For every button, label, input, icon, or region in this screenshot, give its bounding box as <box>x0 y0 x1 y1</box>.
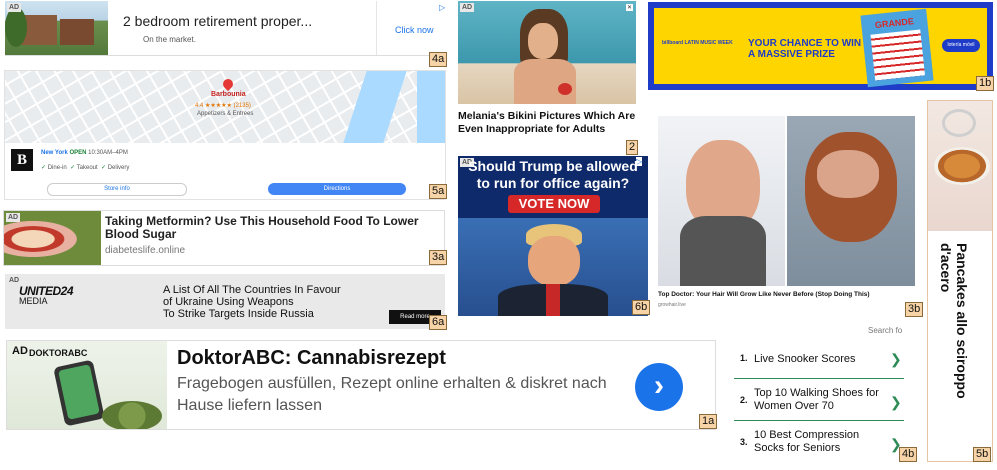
rating: 4.4 ★★★★★ (2135) <box>195 103 251 109</box>
hours: 10:30AM–4PM <box>88 150 128 156</box>
chevron-right-icon: › <box>654 369 664 402</box>
ad-line-3: To Strike Targets Inside Russia <box>163 308 314 320</box>
feature-dine-in: Dine-in <box>47 165 67 171</box>
item-text: Live Snooker Scores <box>754 353 856 365</box>
ad-4a[interactable]: AD 2 bedroom retirement proper... On the… <box>5 1 446 56</box>
logo-letter: B <box>16 152 27 168</box>
ad-line-1: A List Of All The Countries In Favour <box>163 284 341 296</box>
ad-domain: growhair.live <box>658 302 686 308</box>
ad-6a[interactable]: AD UNITED24 MEDIA A List Of All The Coun… <box>5 274 445 329</box>
item-number: 3. <box>740 437 748 447</box>
ticket-label: GRANDE <box>874 16 915 31</box>
label-3a: 3a <box>429 250 448 265</box>
label-4b: 4b <box>899 447 918 462</box>
label-5a: 5a <box>429 184 448 199</box>
ad-2[interactable]: AD ✕ Melania's Bikini Pictures Which Are… <box>458 1 636 146</box>
features: ✓ Dine-in ✓ Takeout ✓ Delivery <box>41 165 130 171</box>
before-photo <box>658 116 785 286</box>
adchoices-icon[interactable]: ▷ <box>439 3 445 12</box>
ticket-image: GRANDE <box>860 8 934 88</box>
label-6a: 6a <box>429 315 448 330</box>
place-name: Barbounia <box>211 91 246 98</box>
ad-title[interactable]: DoktorABC: Cannabisrezept <box>177 347 446 370</box>
item-number: 1. <box>740 353 748 363</box>
pancake-image <box>928 101 992 231</box>
ad-line-2: of Ukraine Using Weapons <box>163 296 294 308</box>
chevron-right-icon: ❯ <box>890 351 902 367</box>
city: New York <box>41 150 68 156</box>
ad-badge: AD <box>6 213 21 222</box>
photo-image <box>458 1 636 104</box>
ad-title[interactable]: 2 bedroom retirement proper... <box>123 13 312 29</box>
store-info-button[interactable]: Store info <box>47 183 187 196</box>
question-line-2: to run for office again? <box>476 175 630 191</box>
ad-5b[interactable]: Pancakes allo sciroppo d'acero <box>927 100 993 462</box>
sponsor-logo: lotería móvil <box>942 39 980 52</box>
logo: B <box>11 149 33 171</box>
label-6b: 6b <box>632 300 651 315</box>
chevron-right-icon: ❯ <box>890 394 902 410</box>
ad-5a[interactable]: Barbounia 4.4 ★★★★★ (2135) Appetizers & … <box>4 70 446 200</box>
label-4a: 4a <box>429 52 448 67</box>
ad-1b[interactable]: billboard LATIN MUSIC WEEK YOUR CHANCE T… <box>648 2 993 90</box>
list-item[interactable]: 3. 10 Best Compression Socks for Seniors… <box>734 422 904 462</box>
open-status: New York OPEN 10:30AM–4PM <box>41 150 128 156</box>
label-5b: 5b <box>973 447 992 462</box>
ad-3b[interactable]: Top Doctor: Your Hair Will Grow Like Nev… <box>656 114 917 310</box>
list-item[interactable]: 1. Live Snooker Scores ❯ <box>734 340 904 379</box>
close-icon[interactable]: ✕ <box>626 4 634 11</box>
feature-takeout: Takeout <box>76 165 98 171</box>
question-line-1: Should Trump be allowed <box>468 158 638 174</box>
headline-1: YOUR CHANCE TO WIN <box>748 38 862 49</box>
ad-domain: diabeteslife.online <box>105 245 186 256</box>
brand: DOKTORABC <box>29 348 88 358</box>
headline-2: A MASSIVE PRIZE <box>748 49 835 60</box>
ad-title[interactable]: Taking Metformin? Use This Household Foo… <box>105 215 440 241</box>
click-now-button[interactable]: Click now <box>395 25 434 35</box>
search-label: Search fo <box>868 326 903 335</box>
label-1a: 1a <box>699 414 718 429</box>
arrow-button[interactable]: › <box>635 363 683 411</box>
label-3b: 3b <box>905 302 924 317</box>
caption-text: Pancakes allo sciroppo d'acero <box>938 243 970 399</box>
category: Appetizers & Entrees <box>197 111 254 117</box>
ad-3a[interactable]: AD Taking Metformin? Use This Household … <box>3 210 445 266</box>
label-2: 2 <box>626 140 639 155</box>
ad-body: Fragebogen ausfüllen, Rezept online erha… <box>177 375 607 414</box>
vote-now-button[interactable]: VOTE NOW <box>508 195 600 213</box>
ad-1a[interactable]: AD DOKTORABC DoktorABC: Cannabisrezept F… <box>6 340 716 430</box>
ad-6b[interactable]: AD ▷ Should Trump be allowed to run for … <box>458 156 648 316</box>
ad-subtitle: On the market. <box>143 35 196 44</box>
map-image: Barbounia 4.4 ★★★★★ (2135) Appetizers & … <box>5 71 445 143</box>
after-photo <box>787 116 915 286</box>
ad-badge: AD <box>460 3 475 12</box>
map-pin-icon <box>220 76 236 92</box>
ad-caption[interactable]: Melania's Bikini Pictures Which Are Even… <box>458 110 636 136</box>
label-1b: 1b <box>976 76 995 91</box>
ad-caption[interactable]: Top Doctor: Your Hair Will Grow Like Nev… <box>658 291 917 298</box>
status: OPEN <box>69 150 87 156</box>
brand: billboard LATIN MUSIC WEEK <box>662 40 733 46</box>
item-text: 10 Best Compression Socks for Seniors <box>754 429 860 454</box>
item-text: Top 10 Walking Shoes for Women Over 70 <box>754 387 879 412</box>
ad-4b[interactable]: Search fo 1. Live Snooker Scores ❯ 2. To… <box>734 324 904 464</box>
ad-badge: AD <box>7 3 22 12</box>
ad-badge: AD <box>12 345 28 357</box>
feature-delivery: Delivery <box>107 165 130 171</box>
item-number: 2. <box>740 395 748 405</box>
brand-sub: MEDIA <box>19 296 48 306</box>
directions-button[interactable]: Directions <box>268 183 406 195</box>
list-item[interactable]: 2. Top 10 Walking Shoes for Women Over 7… <box>734 380 904 421</box>
portrait-image <box>458 218 648 316</box>
